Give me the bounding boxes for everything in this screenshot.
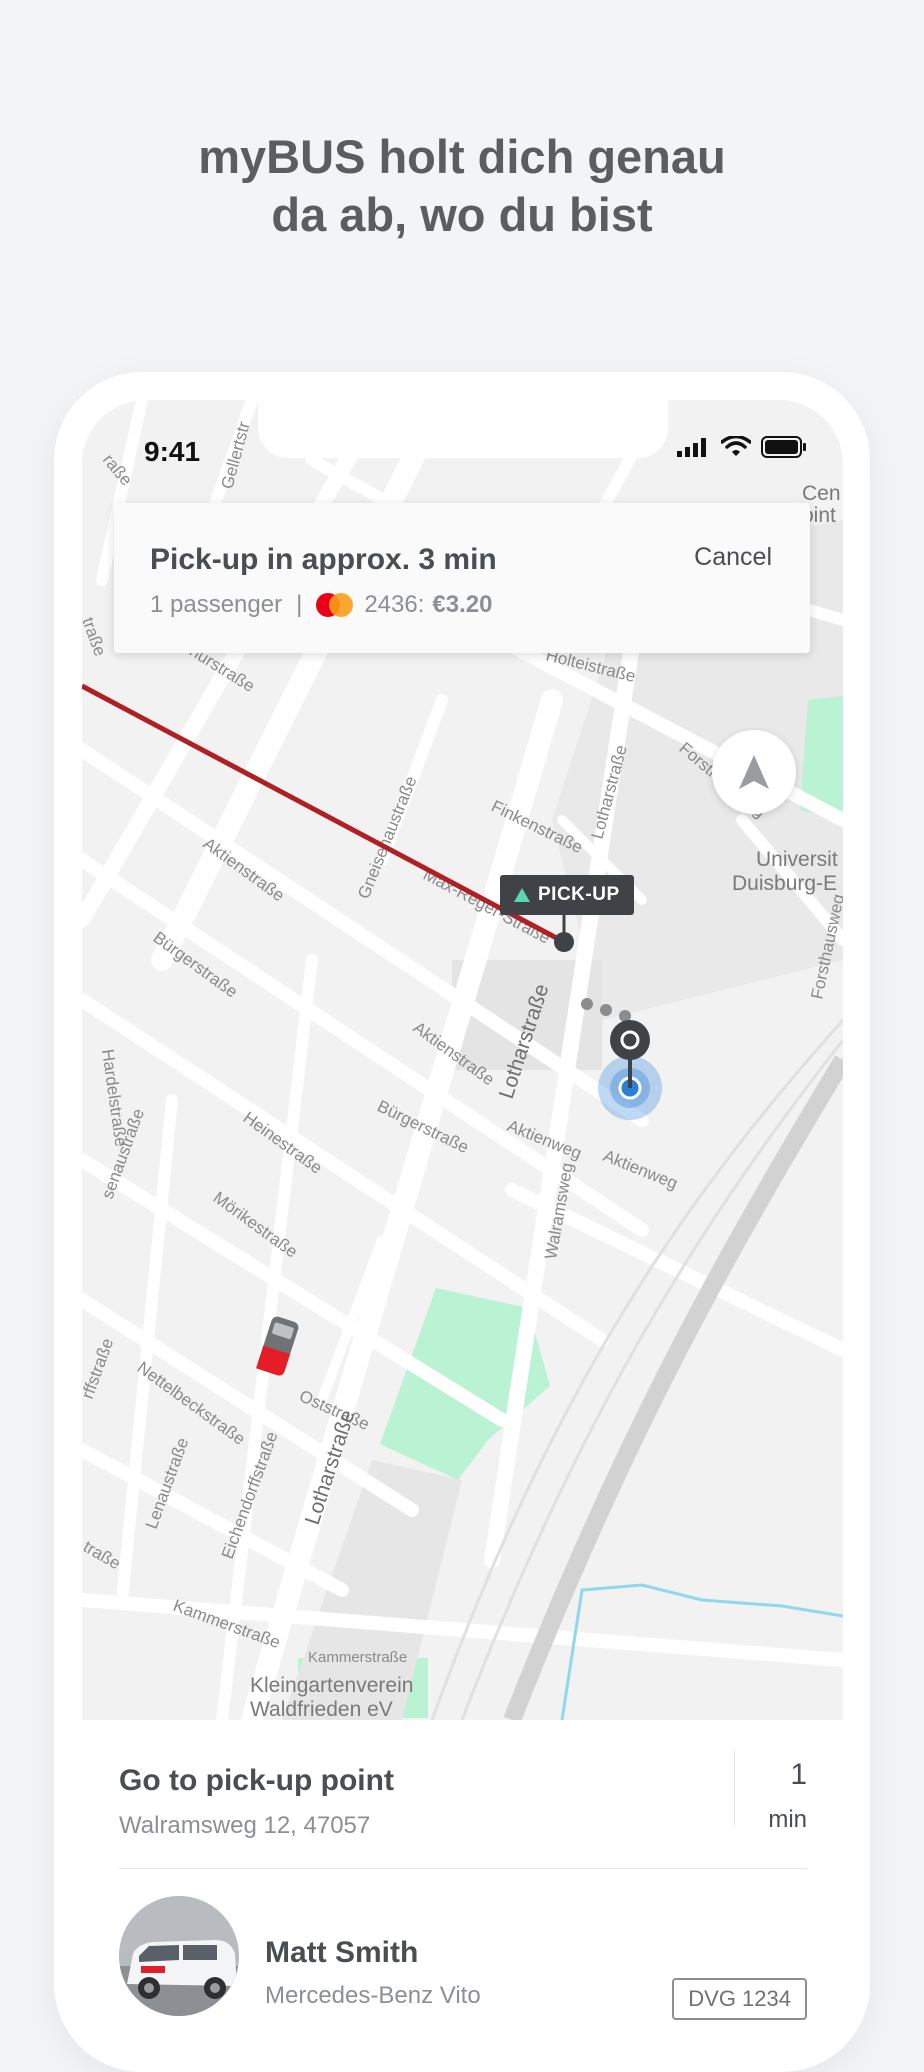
trip-instruction: Go to pick-up point — [119, 1764, 394, 1797]
headline-line-1: myBUS holt dich genau — [198, 130, 726, 183]
ride-price: €3.20 — [432, 591, 493, 618]
eta-divider — [734, 1750, 735, 1826]
sheet-divider — [119, 1868, 807, 1869]
battery-icon — [761, 436, 806, 458]
signal-icon — [677, 438, 706, 457]
pickup-triangle-icon — [514, 888, 530, 902]
cancel-button[interactable]: Cancel — [694, 543, 772, 572]
vehicle-photo — [119, 1896, 239, 2016]
eta-value: 1 — [790, 1758, 807, 1791]
svg-text:Kammerstraße: Kammerstraße — [308, 1649, 407, 1666]
wifi-icon — [721, 436, 751, 456]
vehicle-model: Mercedes-Benz Vito — [265, 1982, 481, 2009]
headline-line-2: da ab, wo du bist — [271, 188, 653, 241]
license-plate: DVG 1234 — [672, 1978, 807, 2020]
pickup-info-card: Pick-up in approx. 3 min Cancel 1 passen… — [114, 503, 810, 653]
status-time: 9:41 — [144, 436, 201, 467]
app-screen: raße Gellertstr ilhurstraße Holteistraße… — [82, 400, 843, 2040]
eta-unit: min — [768, 1806, 807, 1833]
pickup-eta-title: Pick-up in approx. 3 min — [150, 543, 497, 576]
svg-text:Duisburg-E: Duisburg-E — [732, 872, 837, 895]
pickup-meta: 1 passenger | 2436: €3.20 — [150, 591, 492, 619]
driver-name: Matt Smith — [265, 1936, 419, 1969]
promo-headline: myBUS holt dich genau da ab, wo du bist — [0, 128, 924, 244]
navigation-arrow-icon — [739, 755, 769, 789]
status-icons — [677, 436, 807, 458]
card-number: 2436: — [364, 591, 425, 618]
van-image — [119, 1896, 239, 2016]
passenger-count: 1 passenger — [150, 591, 283, 618]
pickup-tag-label: PICK-UP — [538, 884, 620, 905]
device-notch — [258, 400, 668, 458]
trip-bottom-sheet: Go to pick-up point Walramsweg 12, 47057… — [82, 1720, 843, 2040]
recenter-button[interactable] — [712, 730, 796, 814]
mastercard-icon — [316, 593, 354, 617]
svg-text:Kleingartenverein: Kleingartenverein — [250, 1674, 413, 1697]
pickup-point-tag[interactable]: PICK-UP — [500, 875, 634, 915]
pickup-address: Walramsweg 12, 47057 — [119, 1812, 371, 1839]
svg-text:Universit: Universit — [756, 848, 838, 871]
svg-text:Cen: Cen — [802, 482, 841, 505]
meta-separator: | — [296, 591, 303, 618]
svg-text:Waldfrieden eV: Waldfrieden eV — [250, 1698, 393, 1720]
